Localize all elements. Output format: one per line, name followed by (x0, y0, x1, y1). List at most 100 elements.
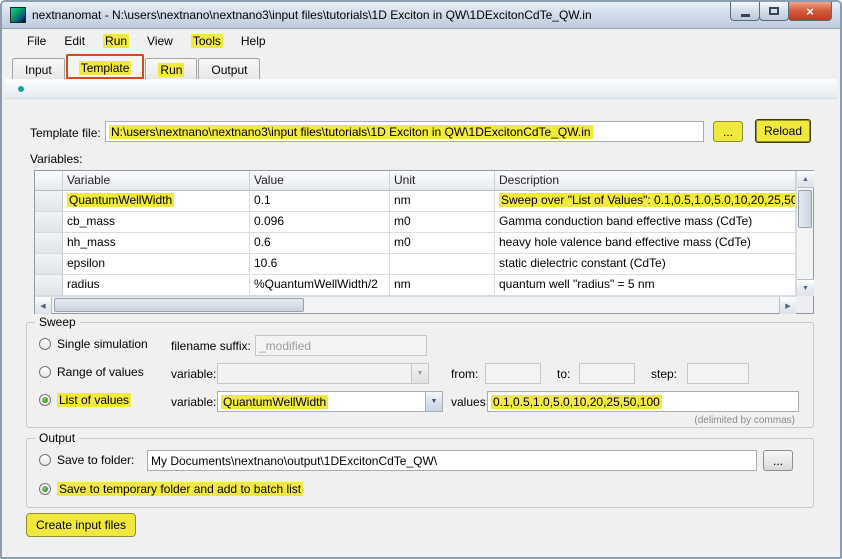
tab-input[interactable]: Input (12, 58, 65, 79)
browse-template-button[interactable]: ... (713, 121, 743, 142)
save-to-folder-radio[interactable]: Save to folder: (39, 452, 134, 468)
to-input (579, 363, 635, 384)
minimize-button[interactable] (730, 2, 760, 21)
cell-unit[interactable]: nm (390, 191, 495, 212)
table-row: cb_mass 0.096 m0 Gamma conduction band e… (35, 212, 796, 233)
vertical-scroll-thumb[interactable] (798, 190, 812, 228)
app-icon (10, 7, 26, 23)
menu-item-tools[interactable]: Tools (182, 31, 232, 51)
scroll-right-button[interactable]: ▶ (779, 297, 796, 314)
reload-button[interactable]: Reload (755, 119, 811, 143)
cell-variable[interactable]: cb_mass (63, 212, 250, 233)
save-to-temp-radio[interactable]: Save to temporary folder and add to batc… (39, 481, 303, 497)
table-row: QuantumWellWidth 0.1 nm Sweep over "List… (35, 191, 796, 212)
step-label: step: (651, 367, 677, 381)
values-hint: (delimited by commas) (694, 415, 795, 426)
single-simulation-radio[interactable]: Single simulation (39, 336, 148, 352)
row-selector[interactable] (35, 233, 63, 254)
cell-description[interactable]: quantum well "radius" = 5 nm (495, 275, 796, 296)
from-label: from: (451, 367, 478, 381)
cell-value[interactable]: %QuantumWellWidth/2 (250, 275, 390, 296)
chevron-down-icon: ▼ (411, 364, 428, 383)
cell-value[interactable]: 0.6 (250, 233, 390, 254)
row-selector[interactable] (35, 275, 63, 296)
range-variable-combo: ▼ (217, 363, 429, 384)
create-input-files-button[interactable]: Create input files (26, 513, 136, 537)
cell-unit[interactable] (390, 254, 495, 275)
table-header: Variable Value Unit Description (35, 171, 796, 191)
sweep-group-title: Sweep (35, 315, 80, 329)
tab-run[interactable]: Run (145, 58, 197, 79)
cell-description[interactable]: Gamma conduction band effective mass (Cd… (495, 212, 796, 233)
arrow-down-icon: ▼ (802, 285, 809, 292)
menu-item-view[interactable]: View (138, 31, 182, 51)
values-label: values: (451, 395, 489, 409)
cell-variable[interactable]: epsilon (63, 254, 250, 275)
variables-table: Variable Value Unit Description QuantumW… (34, 170, 814, 314)
cell-value[interactable]: 0.1 (250, 191, 390, 212)
cell-variable[interactable]: radius (63, 275, 250, 296)
maximize-icon (769, 7, 779, 15)
cell-description[interactable]: static dielectric constant (CdTe) (495, 254, 796, 275)
menu-item-help[interactable]: Help (232, 31, 275, 51)
cell-value[interactable]: 10.6 (250, 254, 390, 275)
values-input[interactable]: 0.1,0.5,1.0,5.0,10,20,25,50,100 (487, 391, 799, 412)
output-group-title: Output (35, 431, 79, 445)
tab-output[interactable]: Output (198, 58, 260, 79)
template-file-label: Template file: (30, 126, 101, 140)
close-button[interactable]: × (788, 2, 832, 21)
menu-bar: File Edit Run View Tools Help (2, 29, 840, 53)
row-selector[interactable] (35, 212, 63, 233)
scroll-down-button[interactable]: ▼ (797, 279, 814, 296)
cell-unit[interactable]: m0 (390, 233, 495, 254)
tab-strip: Input Template Run Output (2, 53, 840, 79)
app-window: nextnanomat - N:\users\nextnano\nextnano… (0, 0, 842, 559)
scrollbar-corner (796, 296, 813, 313)
cell-variable[interactable]: hh_mass (63, 233, 250, 254)
cell-unit[interactable]: nm (390, 275, 495, 296)
scroll-left-button[interactable]: ◀ (35, 297, 52, 314)
output-folder-input[interactable]: My Documents\nextnano\output\1DExcitonCd… (147, 450, 757, 471)
title-bar[interactable]: nextnanomat - N:\users\nextnano\nextnano… (2, 2, 840, 29)
window-title: nextnanomat - N:\users\nextnano\nextnano… (32, 8, 592, 22)
maximize-button[interactable] (759, 2, 789, 21)
cell-variable[interactable]: QuantumWellWidth (63, 191, 250, 212)
variables-label: Variables: (30, 152, 82, 166)
select-all-cell[interactable] (35, 171, 63, 191)
toolstrip-grip-icon (18, 86, 24, 92)
row-selector[interactable] (35, 191, 63, 212)
step-input (687, 363, 749, 384)
column-header-value[interactable]: Value (250, 171, 390, 191)
column-header-variable[interactable]: Variable (63, 171, 250, 191)
scroll-up-button[interactable]: ▲ (797, 171, 814, 188)
row-selector[interactable] (35, 254, 63, 275)
tab-template[interactable]: Template (66, 54, 145, 79)
cell-unit[interactable]: m0 (390, 212, 495, 233)
menu-item-edit[interactable]: Edit (55, 31, 94, 51)
vertical-scrollbar[interactable]: ▲ ▼ (796, 171, 813, 296)
window-controls: × (731, 2, 832, 21)
list-variable-combo[interactable]: QuantumWellWidth ▼ (217, 391, 443, 412)
radio-selected-icon (39, 483, 51, 495)
cell-description[interactable]: Sweep over "List of Values": 0.1,0.5,1.0… (495, 191, 796, 212)
cell-value[interactable]: 0.096 (250, 212, 390, 233)
menu-item-file[interactable]: File (18, 31, 55, 51)
tool-strip (5, 79, 837, 99)
filename-suffix-input: _modified (255, 335, 427, 356)
radio-selected-icon (39, 394, 51, 406)
from-input (485, 363, 541, 384)
list-of-values-radio[interactable]: List of values (39, 392, 131, 408)
single-simulation-label: Single simulation (57, 337, 148, 351)
table-row: epsilon 10.6 static dielectric constant … (35, 254, 796, 275)
horizontal-scroll-thumb[interactable] (54, 298, 304, 312)
cell-description[interactable]: heavy hole valence band effective mass (… (495, 233, 796, 254)
chevron-down-icon[interactable]: ▼ (425, 392, 442, 411)
column-header-description[interactable]: Description (495, 171, 796, 191)
column-header-unit[interactable]: Unit (390, 171, 495, 191)
template-file-input[interactable]: N:\users\nextnano\nextnano3\input files\… (105, 121, 704, 142)
close-icon: × (806, 4, 814, 19)
horizontal-scrollbar[interactable]: ◀ ▶ (35, 296, 796, 313)
range-of-values-radio[interactable]: Range of values (39, 364, 144, 380)
browse-output-button[interactable]: ... (763, 450, 793, 471)
menu-item-run[interactable]: Run (94, 31, 138, 51)
